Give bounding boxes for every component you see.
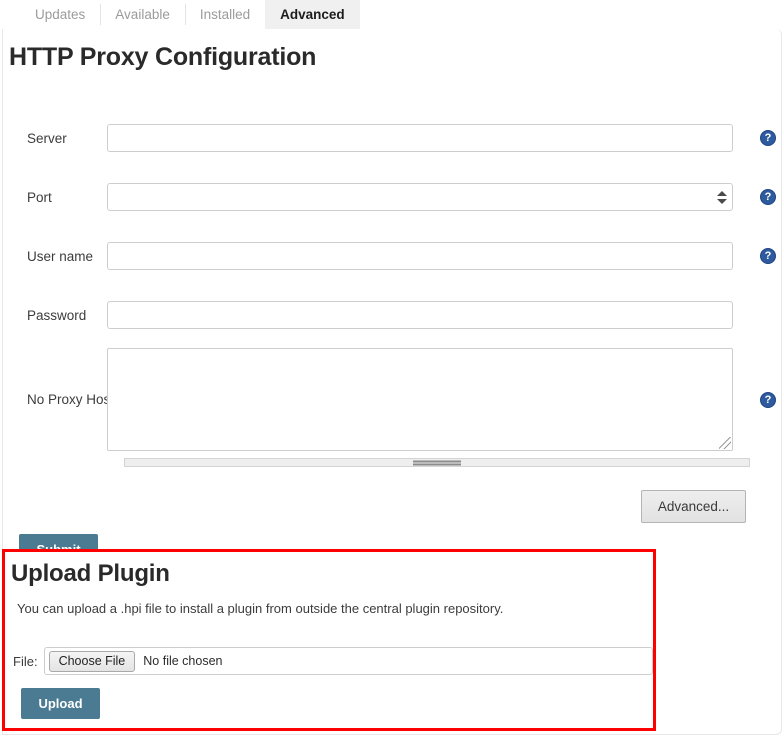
tab-available-label: Available — [115, 7, 170, 22]
help-icon-port[interactable]: ? — [760, 189, 776, 205]
help-icon-server[interactable]: ? — [760, 130, 776, 146]
tab-bar: Updates Available Installed Advanced — [0, 0, 784, 29]
form-row-username: User name ? — [3, 242, 783, 270]
upload-plugin-description: You can upload a .hpi file to install a … — [17, 601, 504, 616]
file-status-text: No file chosen — [143, 654, 223, 668]
username-label: User name — [27, 248, 94, 264]
choose-file-button[interactable]: Choose File — [48, 650, 136, 672]
file-input-control[interactable]: Choose File No file chosen — [43, 647, 653, 675]
form-row-no-proxy-host: No Proxy Host ? — [3, 348, 783, 451]
password-field-wrap — [107, 301, 733, 329]
help-icon-username[interactable]: ? — [760, 248, 776, 264]
tab-available[interactable]: Available — [100, 0, 185, 29]
textarea-drag-grip[interactable] — [124, 458, 750, 467]
port-field-wrap — [107, 183, 733, 211]
server-label: Server — [27, 130, 67, 146]
page-title: HTTP Proxy Configuration — [9, 43, 317, 71]
tab-updates[interactable]: Updates — [20, 0, 101, 29]
no-proxy-host-wrap — [107, 348, 733, 451]
password-input[interactable] — [107, 301, 733, 329]
tab-advanced[interactable]: Advanced — [265, 0, 360, 29]
spinner-up-icon[interactable] — [716, 190, 727, 196]
help-icon-no-proxy-host[interactable]: ? — [760, 391, 776, 408]
upload-plugin-section: Upload Plugin You can upload a .hpi file… — [2, 549, 656, 731]
grip-handle-icon — [413, 460, 461, 465]
username-field-wrap — [107, 242, 733, 270]
tab-installed-label: Installed — [199, 7, 251, 22]
server-field-wrap — [107, 124, 733, 152]
tab-advanced-label: Advanced — [280, 7, 345, 22]
tab-updates-label: Updates — [35, 7, 86, 22]
port-label: Port — [27, 189, 52, 205]
no-proxy-host-label: No Proxy Host — [27, 392, 115, 407]
server-input[interactable] — [107, 124, 733, 152]
spinner-down-icon[interactable] — [716, 198, 727, 204]
file-label: File: — [13, 653, 38, 669]
tab-installed[interactable]: Installed — [184, 0, 266, 29]
upload-plugin-title: Upload Plugin — [11, 560, 170, 587]
form-row-password: Password — [3, 301, 783, 329]
form-row-server: Server ? — [3, 124, 783, 152]
port-input[interactable] — [107, 183, 733, 211]
upload-button[interactable]: Upload — [21, 688, 100, 719]
form-row-port: Port ? — [3, 183, 783, 211]
password-label: Password — [27, 307, 87, 323]
file-upload-row: File: Choose File No file chosen — [13, 647, 653, 675]
advanced-button[interactable]: Advanced... — [641, 490, 746, 523]
number-spinner-icon[interactable] — [716, 187, 727, 207]
username-input[interactable] — [107, 242, 733, 270]
no-proxy-host-textarea[interactable] — [107, 348, 733, 451]
